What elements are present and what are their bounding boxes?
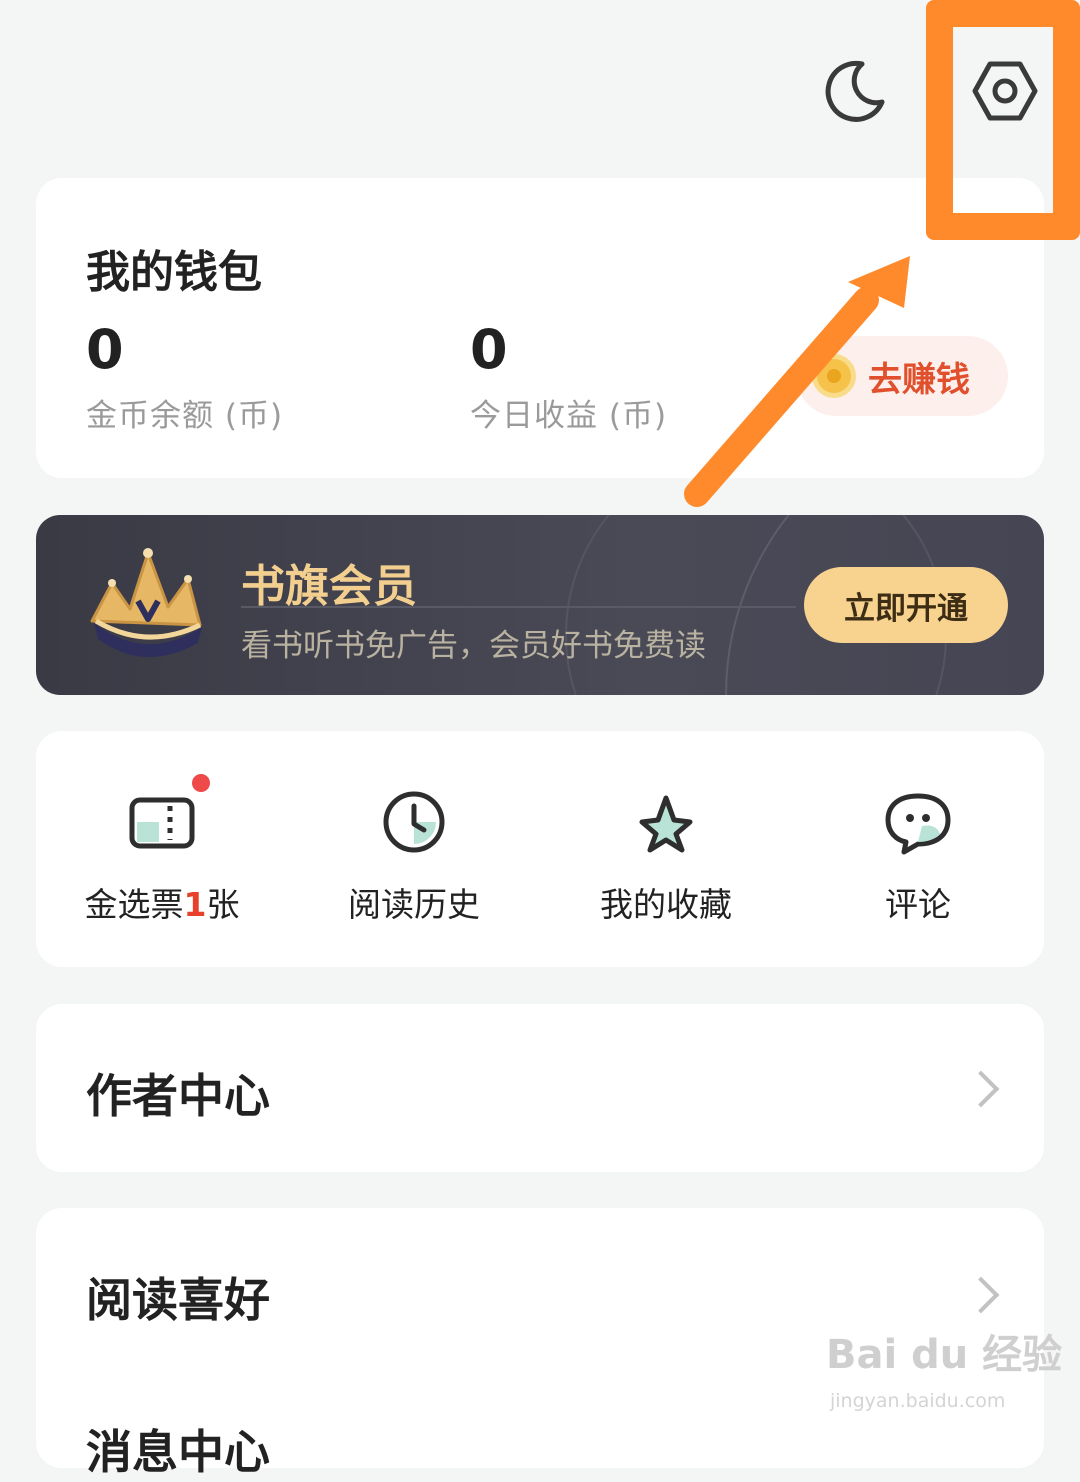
- annotation-arrow: [684, 256, 910, 507]
